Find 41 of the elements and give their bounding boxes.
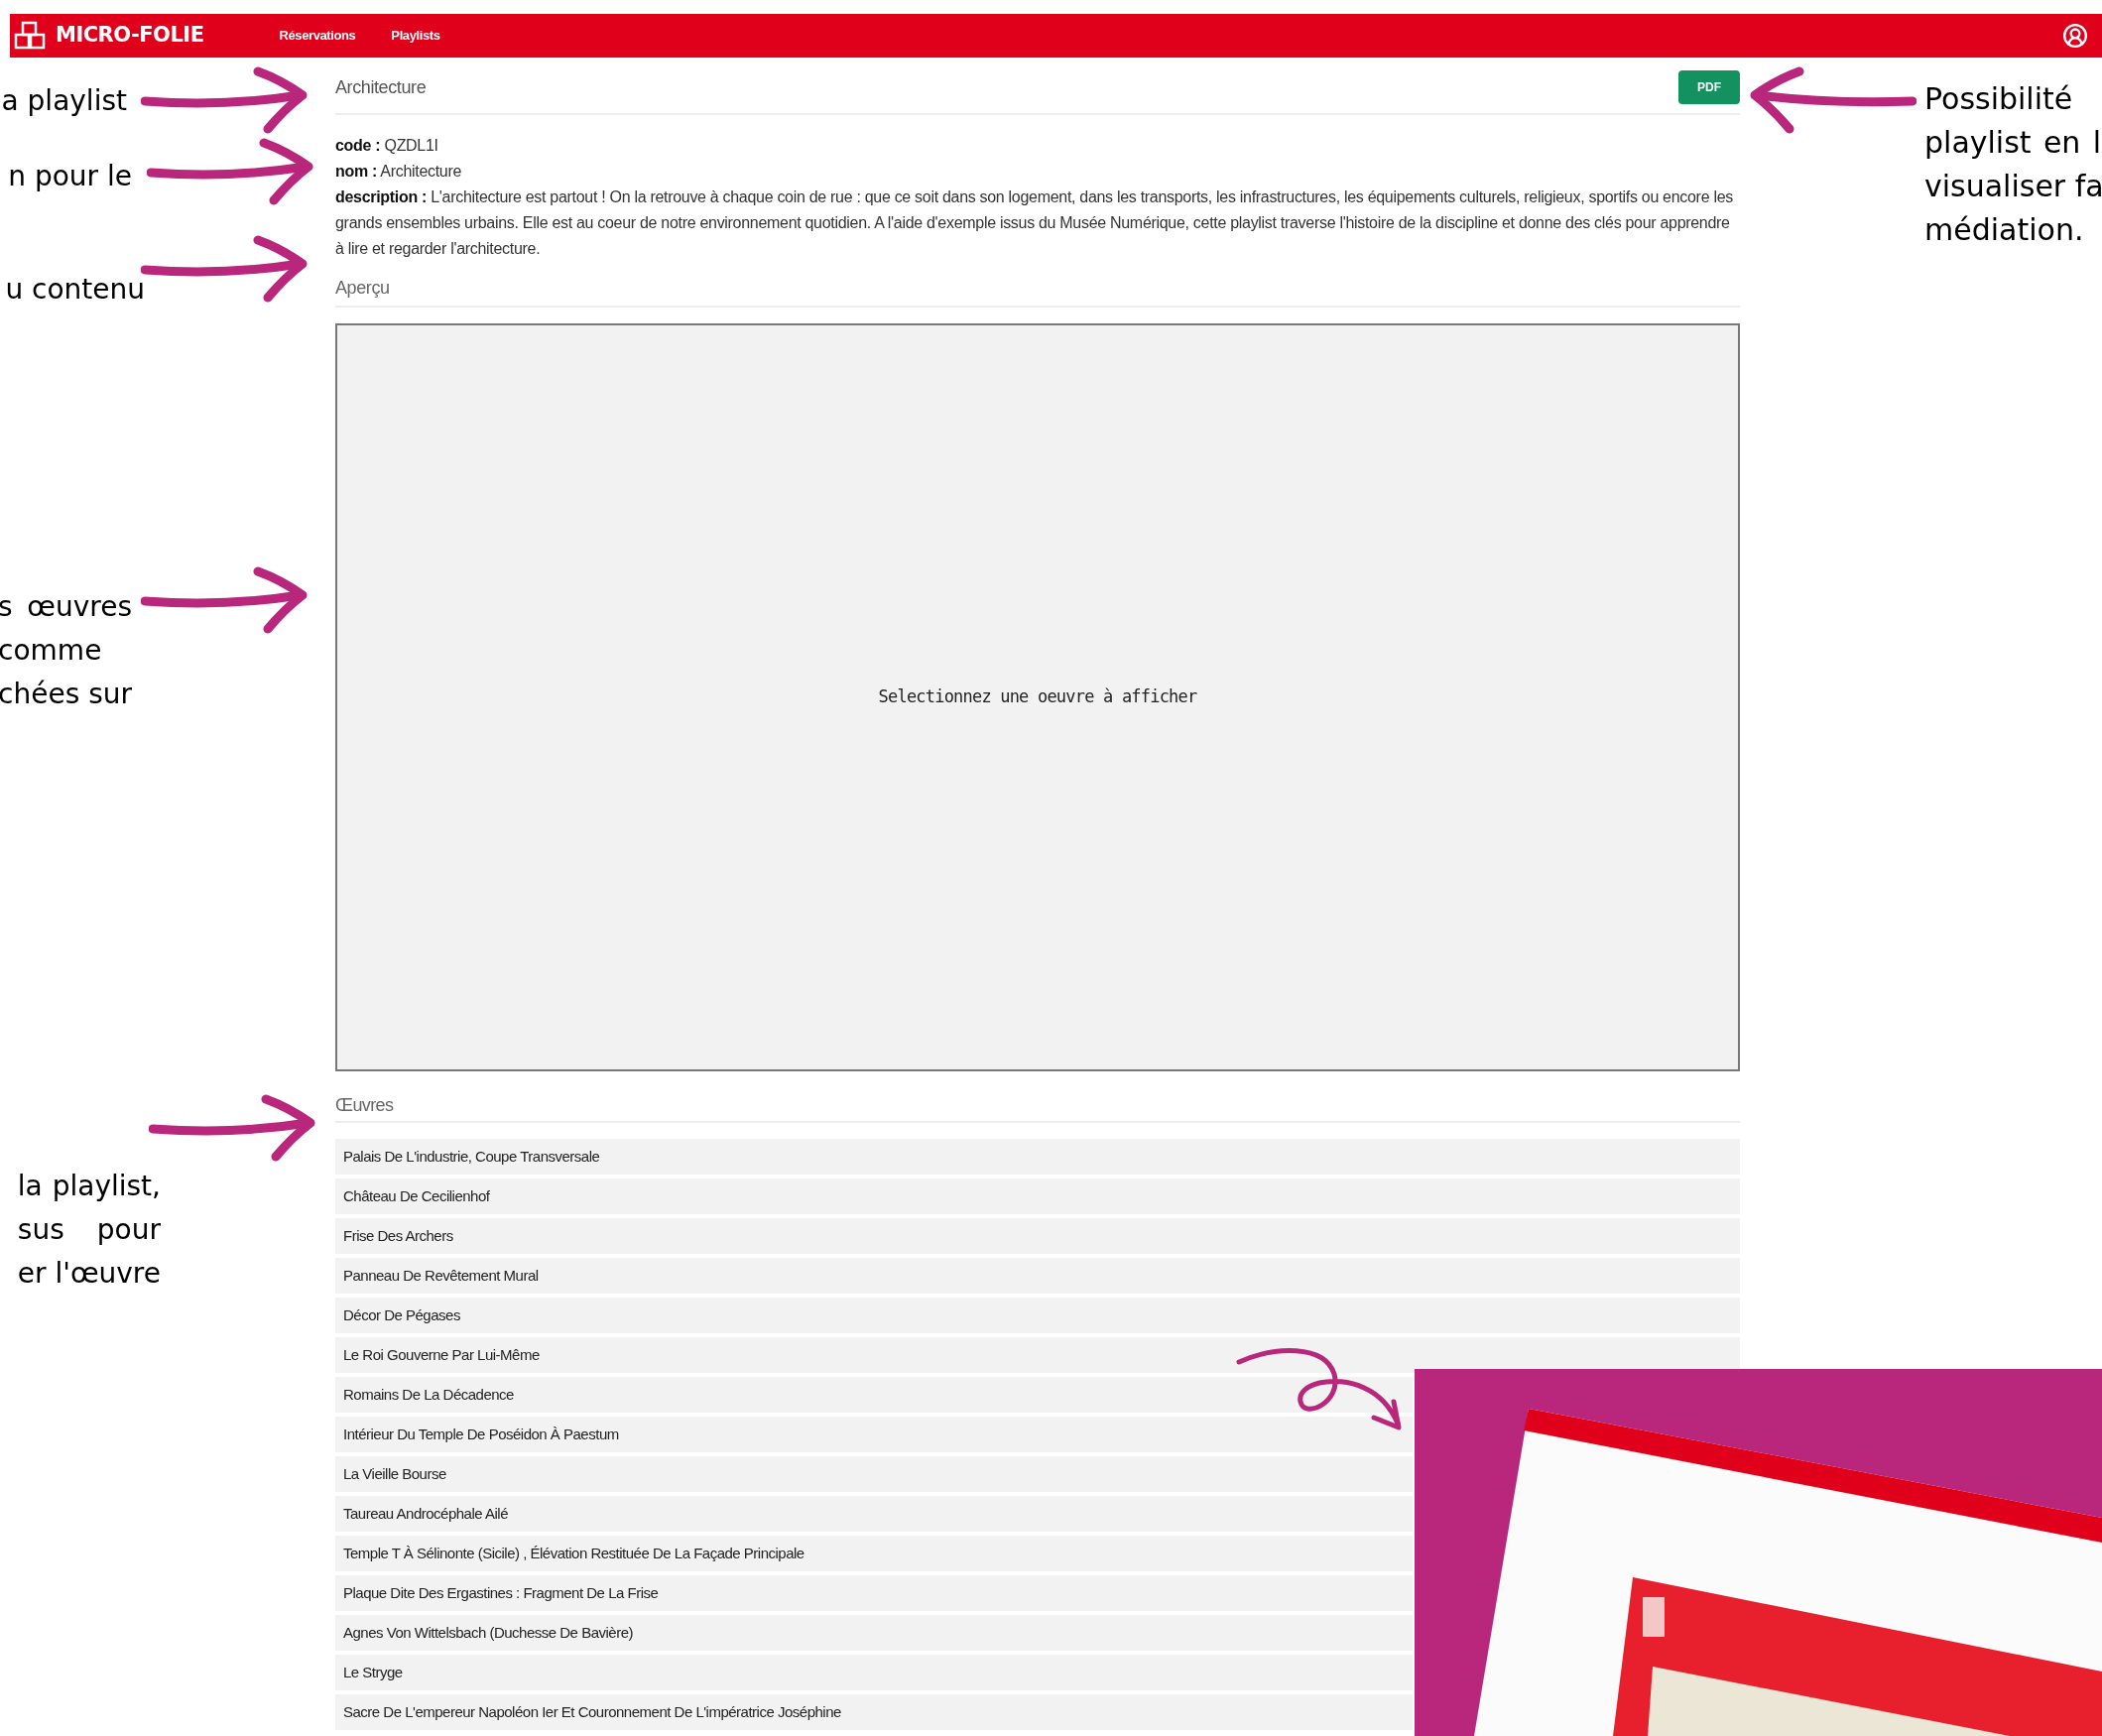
annotation-text: Possibilité <box>1924 80 2074 118</box>
annotation-text: la playlist, <box>17 1169 161 1204</box>
annotation-text: s œuvres <box>0 589 132 625</box>
work-list-item[interactable]: Panneau De Revêtement Mural <box>335 1258 1740 1294</box>
work-list-item[interactable]: La Vieille Bourse <box>335 1456 1413 1492</box>
annotation-text: u contenu <box>5 272 145 308</box>
playlist-field: code : QZDL1I <box>335 133 1740 159</box>
annotation-text: visualiser fa <box>1924 168 2101 205</box>
work-list-item[interactable]: Plaque Dite Des Ergastines : Fragment De La Frise <box>335 1575 1413 1611</box>
annotation-text: n pour le <box>8 159 132 194</box>
section-heading: Œuvres <box>335 1093 394 1117</box>
work-list-item[interactable]: Intérieur Du Temple De Poséidon À Paestum <box>335 1417 1413 1452</box>
work-list-item[interactable]: Le Roi Gouverne Par Lui-Même <box>335 1337 1740 1373</box>
section-heading: Aperçu <box>335 276 390 300</box>
work-list-item[interactable]: Château De Cecilienhof <box>335 1178 1740 1214</box>
annotation-text: médiation. <box>1924 211 2085 249</box>
annotation-text: chées sur <box>0 677 132 712</box>
annotation-text: er l'œuvre <box>17 1256 161 1292</box>
logo-text: MICRO-FOLIE <box>56 22 204 50</box>
nav-link[interactable]: Playlists <box>391 26 440 46</box>
work-list-item[interactable]: Le Stryge <box>335 1655 1413 1690</box>
pdf-button[interactable]: PDF <box>1678 70 1740 104</box>
playlist-field: nom : Architecture <box>335 159 1740 185</box>
nav-link[interactable]: Réservations <box>279 26 356 46</box>
work-list-item[interactable]: Taureau Androcéphale Ailé <box>335 1496 1413 1532</box>
work-list-item[interactable]: Décor De Pégases <box>335 1298 1740 1333</box>
preview-area: Selectionnez une oeuvre à afficher <box>335 323 1740 1071</box>
annotation-text: a playlist <box>1 83 127 119</box>
annotation-text: comme <box>0 633 103 669</box>
logo-icon <box>14 21 48 51</box>
work-list-item[interactable]: Sacre De L'empereur Napoléon Ier Et Couronnement De L'impératrice Joséphine <box>335 1694 1413 1730</box>
work-list-item[interactable]: Frise Des Archers <box>335 1218 1740 1254</box>
work-list-item[interactable]: Romains De La Décadence <box>335 1377 1413 1413</box>
playlist-title: Architecture <box>335 75 427 99</box>
annotation-text: sus pour <box>17 1212 161 1248</box>
work-list-item[interactable]: Temple T À Sélinonte (Sicile) , Élévation Restituée De La Façade Principale <box>335 1536 1413 1571</box>
work-list-item[interactable]: Palais De L'industrie, Coupe Transversale <box>335 1139 1740 1175</box>
user-icon[interactable] <box>2062 23 2088 49</box>
playlist-field: description : L'architecture est partout ! On la retrouve à chaque coin de rue : que ce soit dans son logement, dans les transports, les infrastructures, les équipements culturels, religieux, sportifs ou encore les grands ensembles urbains. Elle est au coeur de notre environnement quotidien. A l'aide d'exemple issus du Musée Numérique, cette playlist traverse l'histoire de la discipline et donne des clés pour apprendre à lire et regarder l'architecture. <box>335 185 1740 262</box>
work-list-item[interactable]: Agnes Von Wittelsbach (Duchesse De Bavière) <box>335 1615 1413 1651</box>
annotation-text: playlist en l <box>1924 124 2101 162</box>
